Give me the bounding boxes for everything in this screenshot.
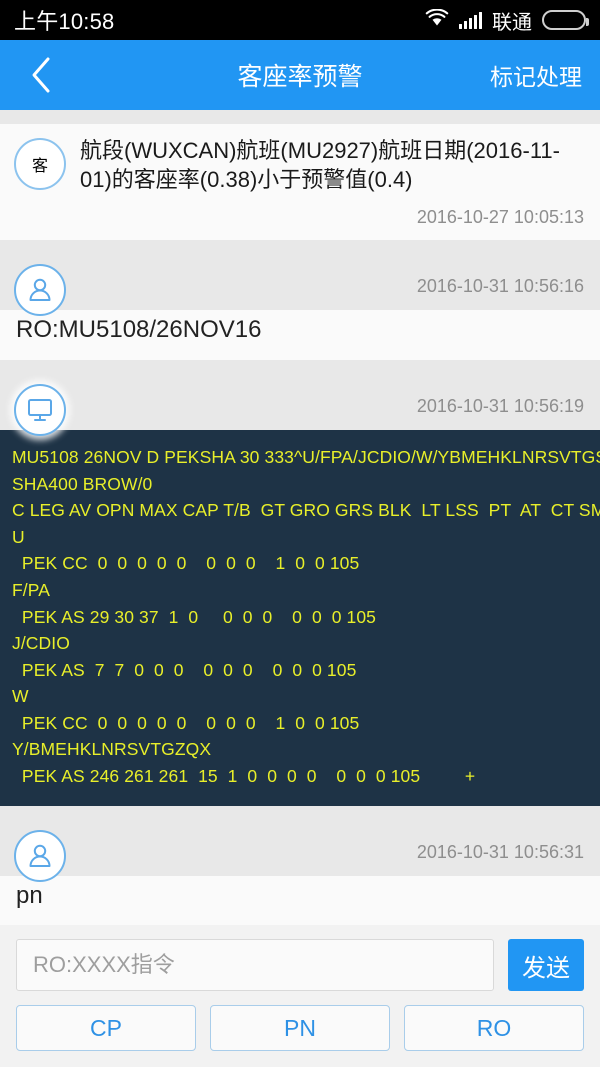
back-button[interactable]: [18, 52, 64, 98]
message-item-alert: 客 航段(WUXCAN)航班(MU2927)航班日期(2016-11-01)的客…: [0, 124, 600, 240]
quick-button-cp[interactable]: CP: [16, 1005, 196, 1051]
command-input[interactable]: [16, 939, 494, 991]
message-timestamp: 2016-10-31 10:56:19: [416, 395, 584, 416]
message-timestamp: 2016-10-27 10:05:13: [416, 206, 584, 227]
list-top-gap: [0, 110, 600, 124]
send-button[interactable]: 发送: [508, 939, 584, 991]
status-indicators: 联通: [425, 6, 589, 35]
quick-button-ro[interactable]: RO: [404, 1005, 584, 1051]
avatar-label: 客: [31, 158, 48, 175]
message-item-terminal: 2016-10-31 10:56:19 MU5108 26NOV D PEKSH…: [0, 373, 600, 806]
message-list[interactable]: 客 航段(WUXCAN)航班(MU2927)航班日期(2016-11-01)的客…: [0, 110, 600, 925]
monitor-icon: [14, 383, 66, 436]
message-header: 2016-10-31 10:56:16: [0, 253, 600, 316]
message-header: 2016-10-31 10:56:19: [0, 373, 600, 436]
passenger-badge-icon: 客: [14, 138, 66, 190]
message-separator: [0, 805, 600, 820]
mark-processed-button[interactable]: 标记处理: [490, 58, 582, 92]
phone-screen: 上午10:58 联通 客座率预警 标记处理 客 航段(WUXCAN)航班(MU2…: [0, 0, 600, 1067]
message-text: pn: [16, 881, 43, 909]
message-separator: [0, 239, 600, 254]
navigation-bar: 客座率预警 标记处理: [0, 40, 600, 110]
quick-command-row: CP PN RO: [16, 1005, 584, 1051]
message-text: RO:MU5108/26NOV16: [16, 315, 262, 343]
message-header: 2016-10-31 10:56:31: [0, 819, 600, 882]
alert-message-text: 航段(WUXCAN)航班(MU2927)航班日期(2016-11-01)的客座率…: [80, 138, 560, 193]
status-bar: 上午10:58 联通: [0, 0, 600, 40]
input-row: 发送: [16, 939, 584, 991]
user-avatar-icon: [14, 263, 66, 316]
message-separator: [0, 359, 600, 374]
carrier-label: 联通: [492, 11, 532, 34]
user-avatar-icon: [14, 829, 66, 882]
signal-bars-icon: [459, 11, 482, 29]
quick-button-pn[interactable]: PN: [210, 1005, 390, 1051]
battery-icon: [542, 10, 589, 30]
chevron-left-icon: [32, 57, 50, 93]
alert-row: 客 航段(WUXCAN)航班(MU2927)航班日期(2016-11-01)的客…: [0, 124, 600, 201]
composer-bar: 发送 CP PN RO: [0, 925, 600, 1067]
message-timestamp: 2016-10-31 10:56:16: [416, 275, 584, 296]
status-time: 上午10:58: [14, 9, 115, 34]
message-item-user-command: 2016-10-31 10:56:31 pn: [0, 819, 600, 925]
message-item-user-command: 2016-10-31 10:56:16 RO:MU5108/26NOV16: [0, 253, 600, 360]
wifi-icon: [425, 8, 449, 32]
message-timestamp: 2016-10-31 10:56:31: [416, 841, 584, 862]
terminal-output: MU5108 26NOV D PEKSHA 30 333^U/FPA/JCDIO…: [0, 429, 600, 806]
